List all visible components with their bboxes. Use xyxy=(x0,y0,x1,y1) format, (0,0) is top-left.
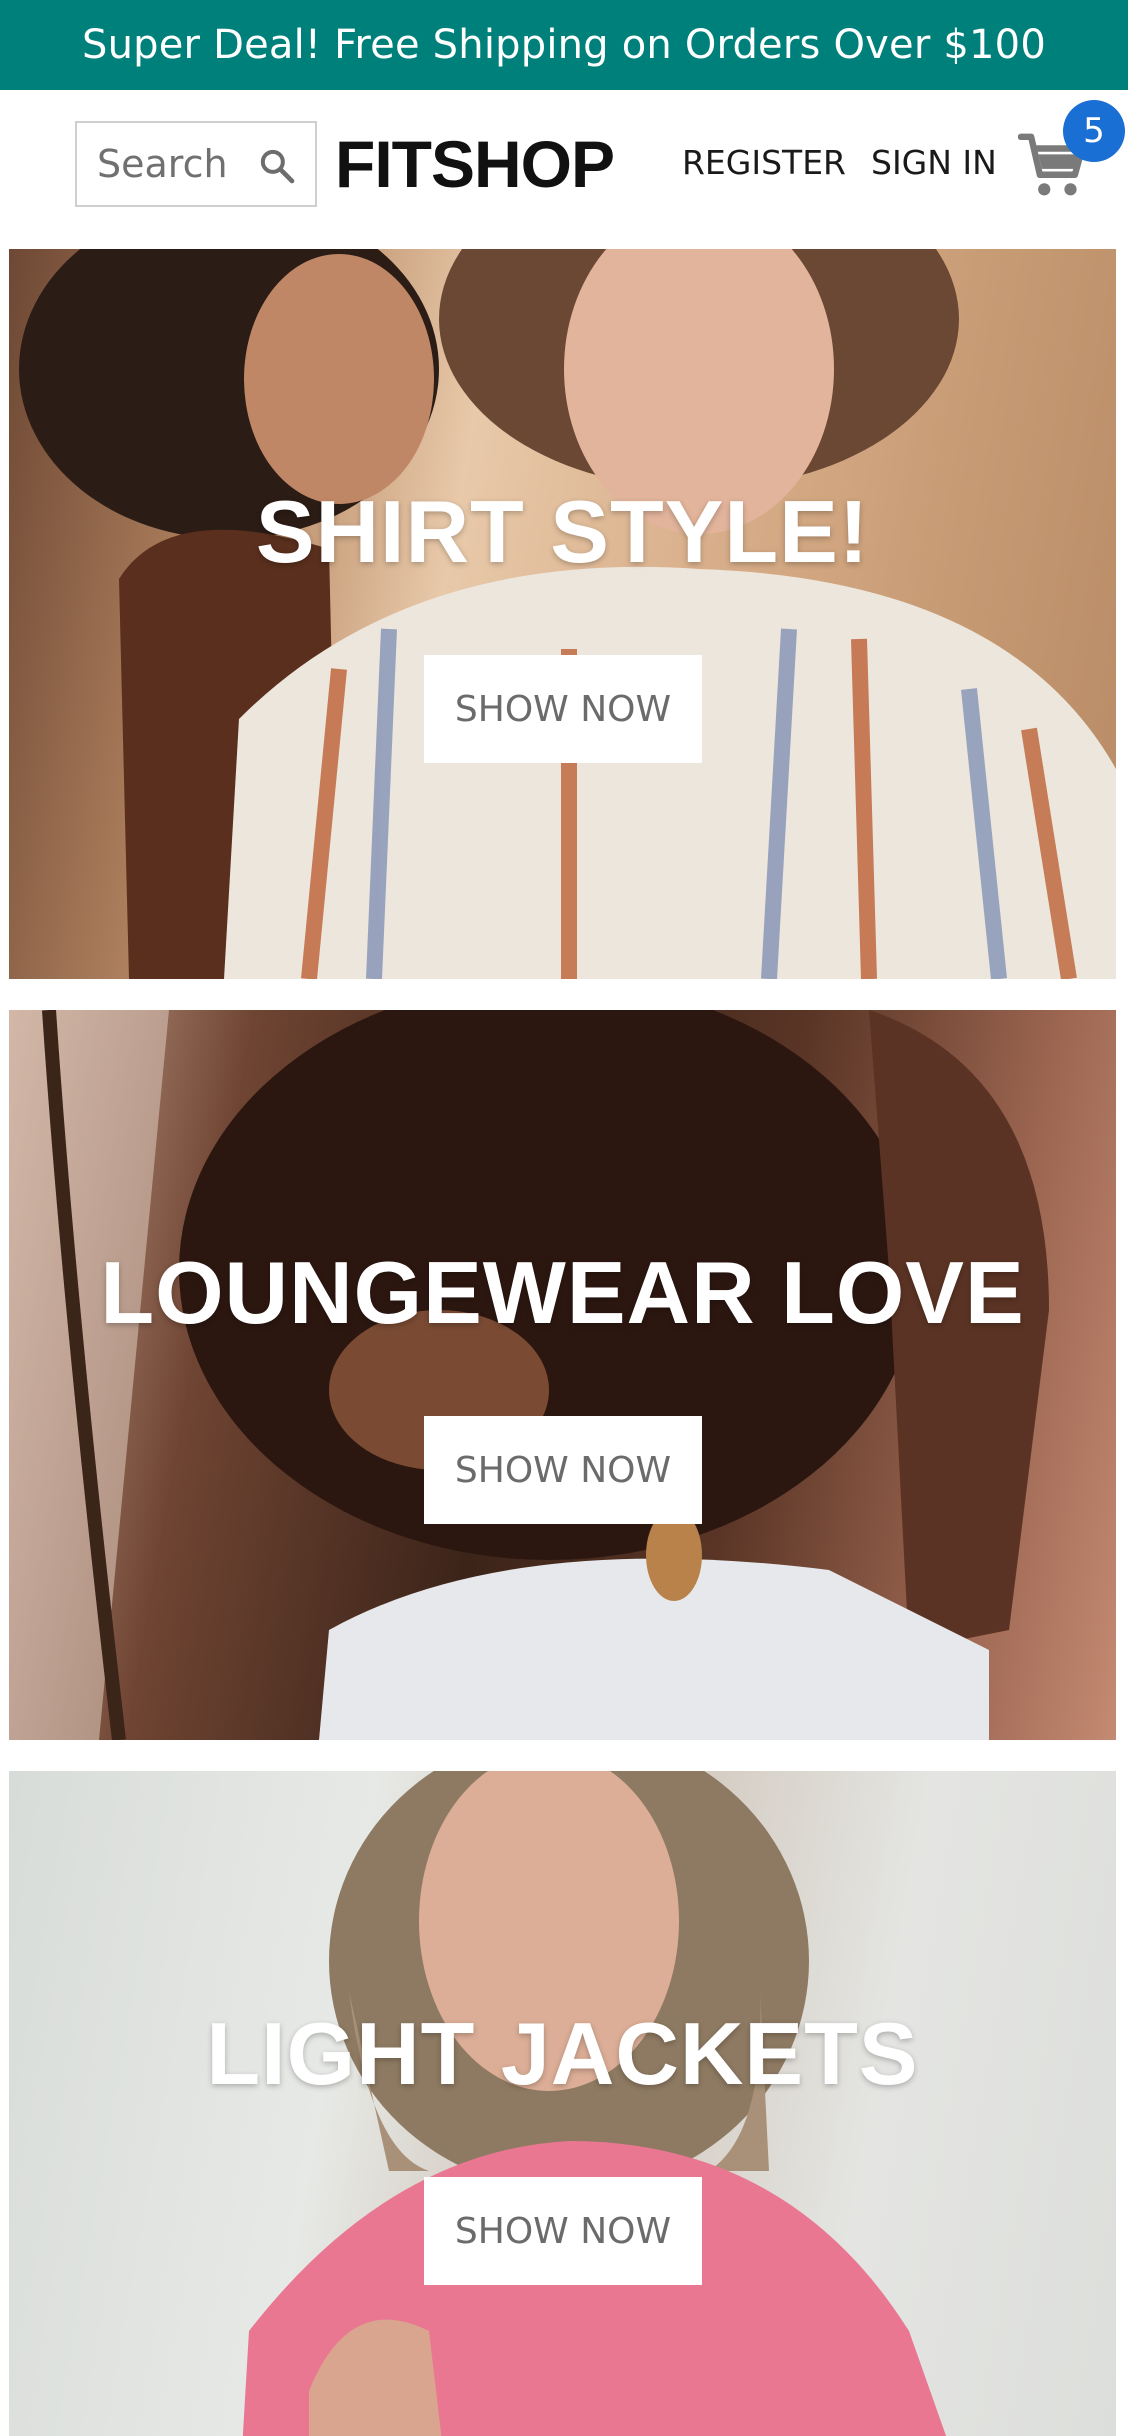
site-header: FITSHOP REGISTER SIGN IN 5 xyxy=(0,90,1128,248)
cart-count-badge: 5 xyxy=(1063,100,1125,162)
search-box[interactable] xyxy=(75,121,317,207)
show-now-button[interactable]: SHOW NOW xyxy=(424,655,702,763)
banner-light-jackets[interactable]: LIGHT JACKETS SHOW NOW xyxy=(9,1771,1116,2436)
search-input[interactable] xyxy=(97,142,257,186)
show-now-button[interactable]: SHOW NOW xyxy=(424,2177,702,2285)
page: Super Deal! Free Shipping on Orders Over… xyxy=(0,0,1128,2436)
banner-title: SHIRT STYLE! xyxy=(255,482,870,581)
banner-image xyxy=(19,249,1116,979)
sign-in-link[interactable]: SIGN IN xyxy=(871,138,997,188)
site-logo[interactable]: FITSHOP xyxy=(335,124,615,204)
banner-image xyxy=(9,1010,1049,1740)
banner-shirt-style[interactable]: SHIRT STYLE! SHOW NOW xyxy=(9,249,1116,979)
announcement-bar: Super Deal! Free Shipping on Orders Over… xyxy=(0,0,1128,90)
banner-loungewear-love[interactable]: LOUNGEWEAR LOVE SHOW NOW xyxy=(9,1010,1116,1740)
banner-title: LIGHT JACKETS xyxy=(206,2004,919,2103)
register-link[interactable]: REGISTER xyxy=(682,138,846,188)
announcement-text: Super Deal! Free Shipping on Orders Over… xyxy=(82,22,1046,68)
show-now-button[interactable]: SHOW NOW xyxy=(424,1416,702,1524)
banner-title: LOUNGEWEAR LOVE xyxy=(100,1243,1025,1342)
search-icon[interactable] xyxy=(257,146,297,186)
